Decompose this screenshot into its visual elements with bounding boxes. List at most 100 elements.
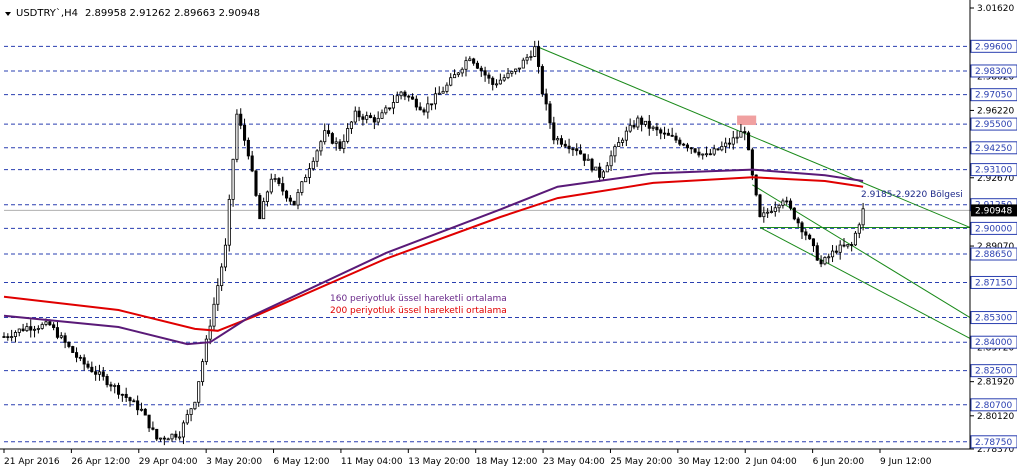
level-label: 2.87150 [975, 278, 1012, 288]
candle-body [678, 139, 682, 145]
candle-body [342, 140, 346, 149]
candle-body [304, 176, 308, 183]
time-tick-label: 30 May 12:00 [678, 457, 740, 467]
candle-body [319, 141, 323, 152]
candle-body [63, 335, 67, 343]
candle-body [621, 139, 625, 143]
candle-body [346, 128, 350, 142]
candle-body [804, 231, 808, 236]
candle-body [262, 201, 266, 220]
candle-body [460, 68, 464, 74]
candle-body [97, 371, 101, 375]
candle-body [666, 132, 670, 136]
candle-body [430, 103, 434, 106]
candle-body [498, 79, 502, 85]
candle-body [525, 56, 529, 61]
candle-body [724, 142, 728, 147]
candle-body [174, 433, 178, 438]
candle-body [670, 134, 674, 137]
candle-body [124, 393, 128, 398]
candle-body [689, 147, 693, 150]
candle-body [82, 357, 86, 365]
candle-body [422, 109, 426, 113]
candle-body [414, 98, 418, 108]
candle-body [315, 150, 319, 162]
price-chart[interactable]: 160 periyotluk üssel hareketli ortalama … [0, 0, 1017, 473]
level-label: 2.84000 [975, 338, 1012, 348]
candle-body [605, 165, 609, 173]
candle-body [368, 115, 373, 118]
candle-body [693, 148, 697, 153]
candle-body [197, 381, 201, 403]
candle-body [853, 232, 857, 246]
price-tick-label: 2.81920 [977, 378, 1014, 388]
candle-body [166, 438, 170, 441]
candle-body [655, 126, 659, 131]
time-tick-label: 13 May 20:00 [408, 457, 470, 467]
candle-body [720, 146, 724, 151]
candle-body [212, 303, 216, 327]
candle-body [838, 244, 842, 253]
candle-body [559, 138, 563, 145]
candle-body [475, 62, 479, 69]
candle-body [239, 113, 243, 126]
candle-body [220, 266, 224, 287]
candle-body [67, 341, 71, 347]
level-label: 2.88650 [975, 250, 1012, 260]
candle-body [143, 408, 147, 416]
candle-body [361, 116, 365, 120]
candle-body [815, 245, 819, 261]
candle-body [246, 139, 250, 157]
candle-body [796, 218, 800, 224]
candle-body [105, 375, 109, 386]
level-label: 2.94250 [975, 144, 1012, 154]
ema200-label: 200 periyotluk üssel hareketli ortalama [330, 306, 507, 316]
candle-body [403, 91, 407, 97]
candle-body [193, 401, 197, 410]
candle-body [762, 212, 766, 218]
candle-body [71, 346, 75, 353]
highlight-zone [737, 115, 757, 126]
candle-body [300, 181, 304, 193]
candle-body [155, 428, 159, 440]
candle-body [716, 148, 720, 151]
time-tick-label: 6 Jun 20:00 [813, 457, 865, 467]
candle-body [609, 155, 613, 167]
candle-body [227, 198, 231, 246]
price-axis[interactable]: 3.016202.996002.980202.962202.942502.926… [969, 0, 1017, 473]
candle-body [827, 256, 831, 259]
candle-body [861, 208, 865, 226]
candle-body [758, 194, 762, 218]
chart-header: USDTRY`,H4 2.89958 2.91262 2.89663 2.909… [5, 7, 260, 19]
candle-body [242, 124, 247, 141]
candle-body [487, 74, 491, 79]
ema160-label: 160 periyotluk üssel hareketli ortalama [330, 294, 507, 304]
candle-body [307, 168, 311, 178]
candle-body [59, 335, 63, 338]
candle-body [491, 77, 495, 85]
candle-body [556, 138, 560, 141]
candle-body [410, 96, 415, 100]
candle-body [735, 136, 739, 139]
candle-body [273, 178, 277, 180]
time-tick-label: 9 Jun 12:00 [880, 457, 932, 467]
candle-body [40, 324, 44, 329]
candle-body [712, 148, 716, 155]
candle-body [800, 222, 804, 233]
candle-body [94, 371, 98, 375]
ohlc-values: 2.89958 2.91262 2.89663 2.90948 [85, 8, 260, 19]
candle-body [311, 160, 315, 170]
candle-body [750, 149, 754, 176]
level-label: 2.98300 [975, 67, 1012, 77]
candle-body [391, 102, 395, 109]
candle-body [376, 117, 380, 123]
time-tick-label: 21 Apr 2016 [4, 457, 60, 467]
candle-body [617, 142, 621, 147]
candle-body [86, 363, 90, 368]
candle-body [674, 135, 678, 141]
candle-body [334, 141, 338, 144]
candle-body [663, 132, 667, 135]
candle-body [743, 131, 747, 134]
candle-body [811, 238, 815, 247]
candle-body [777, 204, 781, 209]
